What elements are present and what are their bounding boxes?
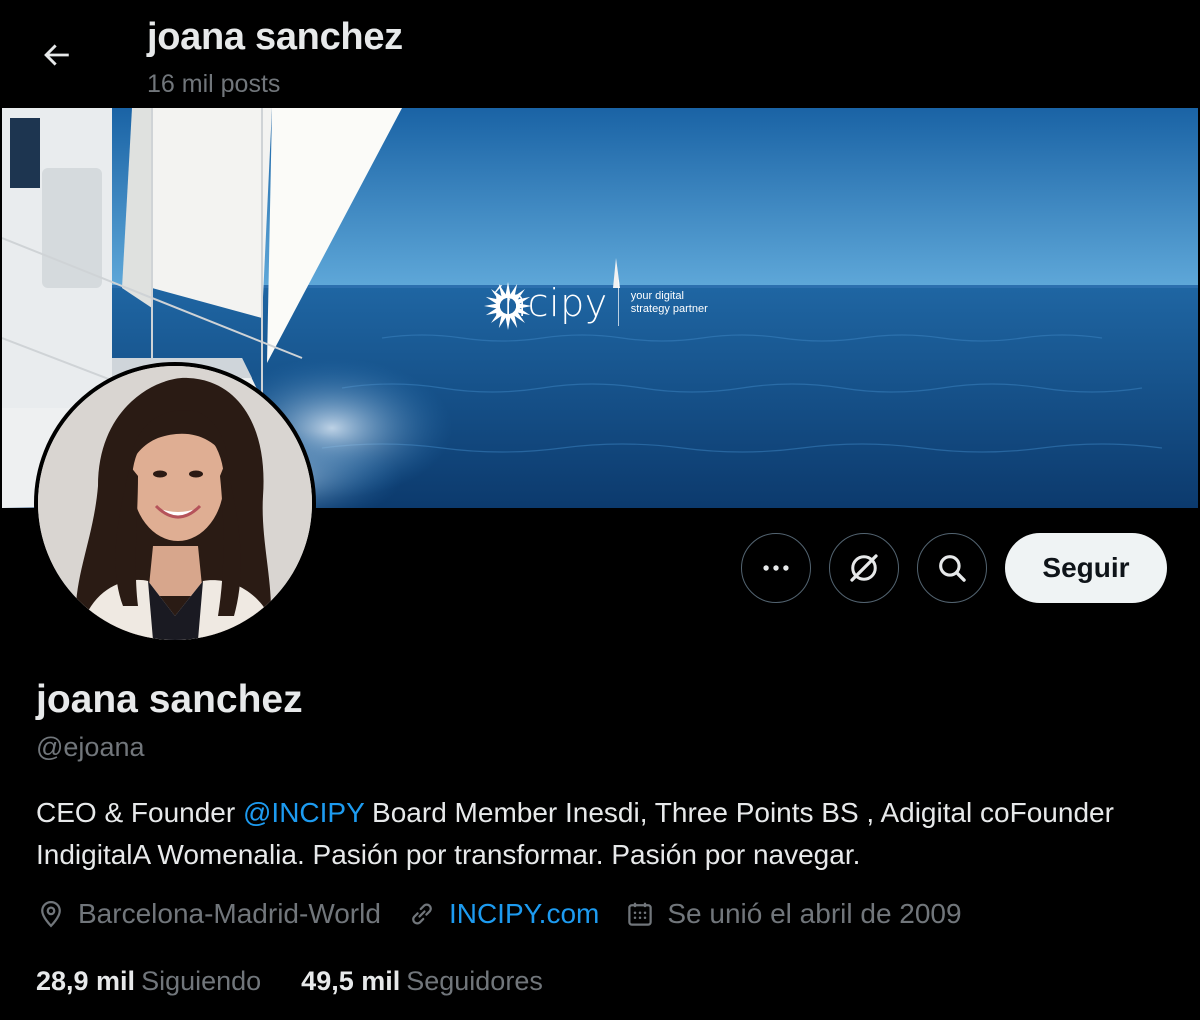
incipy-logo: íncipy your digital strategy partner [482,280,721,330]
following-label: Siguiendo [141,966,262,996]
search-profile-button[interactable] [917,533,987,603]
search-icon [939,555,966,582]
bio-mention-link[interactable]: @INCIPY [243,797,364,828]
calendar-icon [628,902,653,926]
sunburst-logo-icon [484,282,532,330]
profile-bio: CEO & Founder @INCIPY Board Member Inesd… [36,792,1166,876]
follow-button[interactable]: Seguir [1005,533,1167,603]
website-item: INCIPY.com [407,898,599,930]
header-post-count: 16 mil posts [147,70,281,98]
more-dots-icon [763,565,789,571]
link-icon [412,903,432,925]
profile-meta: Barcelona-Madrid-World INCIPY.com Se uni… [36,898,988,930]
profile-handle: @ejoana [36,732,145,762]
location-pin-icon [41,900,61,928]
header-title: joana sanchez [147,16,403,58]
brand-divider [617,280,619,326]
grok-icon [850,554,878,582]
back-button[interactable] [30,34,82,76]
profile-avatar[interactable] [34,362,316,644]
brand-tagline: your digital strategy partner [630,290,708,315]
profile-stats: 28,9 mil Siguiendo 49,5 mil Seguidores [36,966,583,997]
following-count: 28,9 mil [36,966,136,996]
avatar-photo [38,366,312,640]
profile-header: joana sanchez 16 mil posts [0,0,1200,108]
more-options-button[interactable] [741,533,811,603]
grok-button[interactable] [829,533,899,603]
profile-display-name: joana sanchez [36,678,303,721]
bio-text-start: CEO & Founder [36,797,243,828]
website-link[interactable]: INCIPY.com [449,898,599,930]
following-stat[interactable]: 28,9 mil Siguiendo [36,966,261,997]
arrow-left-icon [44,44,69,66]
joined-text: Se unió el abril de 2009 [667,898,962,929]
joined-item: Se unió el abril de 2009 [625,898,962,930]
location-item: Barcelona-Madrid-World [36,898,381,930]
followers-stat[interactable]: 49,5 mil Seguidores [301,966,543,997]
location-text: Barcelona-Madrid-World [78,898,381,929]
followers-label: Seguidores [406,966,543,996]
followers-count: 49,5 mil [301,966,401,996]
